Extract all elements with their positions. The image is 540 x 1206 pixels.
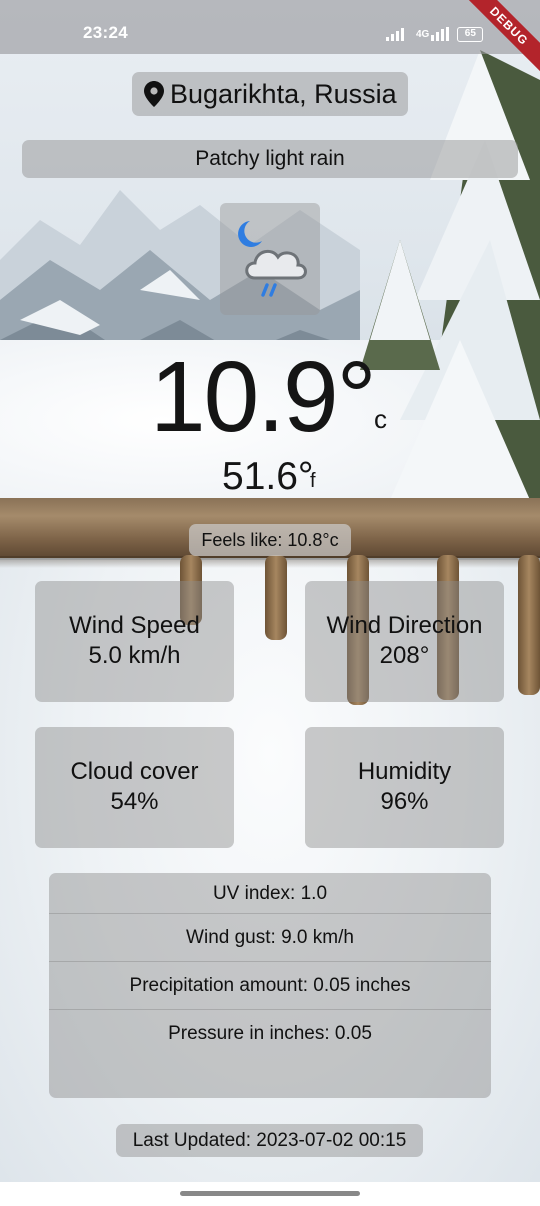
tile-label: Wind Speed xyxy=(69,612,200,639)
wind-direction-tile: Wind Direction 208° xyxy=(305,581,504,702)
tile-label: Wind Direction xyxy=(326,612,483,639)
home-gesture-handle[interactable] xyxy=(180,1191,360,1196)
tile-value: 96% xyxy=(380,788,429,815)
precipitation-row: Precipitation amount: 0.05 inches xyxy=(49,962,491,1010)
weather-details-list: UV index: 1.0 Wind gust: 9.0 km/h Precip… xyxy=(49,873,491,1098)
wind-gust-row: Wind gust: 9.0 km/h xyxy=(49,914,491,962)
status-time: 23:24 xyxy=(83,23,128,42)
tile-value: 208° xyxy=(379,642,430,669)
location-name: Bugarikhta, Russia xyxy=(170,78,397,109)
temperature-fahrenheit-unit: f xyxy=(310,470,316,492)
weather-icon-box xyxy=(220,203,320,315)
cloud-cover-tile: Cloud cover 54% xyxy=(35,727,234,848)
moon-cloud-rain-icon xyxy=(238,221,307,297)
last-updated-label: Last Updated: 2023-07-02 00:15 xyxy=(116,1124,423,1157)
status-icons: 4G 65 xyxy=(386,25,484,43)
railing-post xyxy=(265,555,287,640)
location-chip[interactable]: Bugarikhta, Russia xyxy=(132,72,408,116)
feels-like-label: Feels like: 10.8°c xyxy=(189,524,351,556)
tile-label: Cloud cover xyxy=(70,758,199,785)
tile-value: 5.0 km/h xyxy=(88,642,181,669)
temperature-fahrenheit: 51.6° xyxy=(222,455,314,498)
navigation-bar xyxy=(0,1182,540,1206)
battery-icon: 65 xyxy=(457,26,484,42)
network-type: 4G xyxy=(416,28,430,40)
railing-post xyxy=(518,555,540,695)
location-pin-icon xyxy=(144,81,164,107)
signal-4g-icon xyxy=(431,27,450,41)
tile-label: Humidity xyxy=(357,758,452,785)
temperature-celsius: 10.9° xyxy=(150,341,377,453)
wind-speed-tile: Wind Speed 5.0 km/h xyxy=(35,581,234,702)
condition-label: Patchy light rain xyxy=(22,140,518,178)
signal-icon xyxy=(386,28,404,41)
tile-value: 54% xyxy=(110,788,159,815)
temperature-celsius-unit: c xyxy=(374,404,387,434)
humidity-tile: Humidity 96% xyxy=(305,727,504,848)
uv-index-row: UV index: 1.0 xyxy=(49,873,491,914)
status-bar: 23:24 4G 65 DEBUG xyxy=(0,0,540,80)
pressure-row: Pressure in inches: 0.05 xyxy=(168,1023,372,1044)
